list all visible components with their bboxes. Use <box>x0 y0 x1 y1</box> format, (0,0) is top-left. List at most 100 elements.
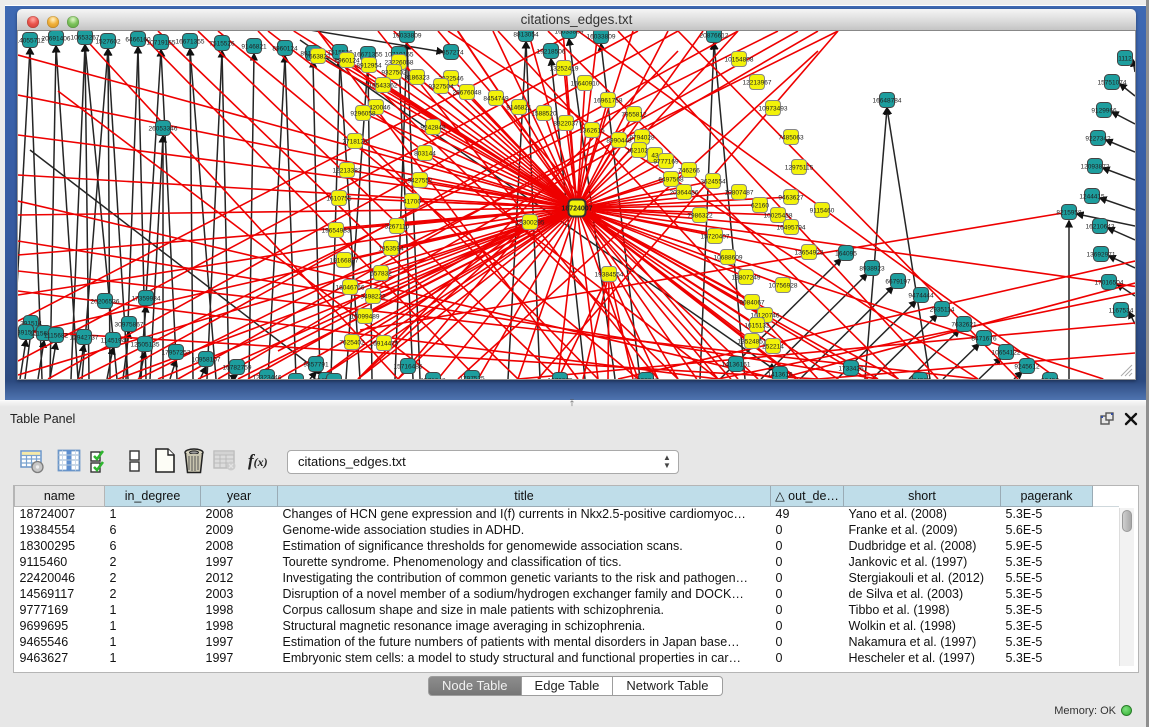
svg-text:924501: 924501 <box>909 377 931 379</box>
svg-text:30975867: 30975867 <box>115 321 144 328</box>
svg-text:1115682: 1115682 <box>44 332 69 339</box>
svg-text:7625402: 7625402 <box>339 339 365 346</box>
svg-text:6497568: 6497568 <box>658 176 684 183</box>
svg-text:20691406: 20691406 <box>42 35 71 42</box>
svg-text:1527602: 1527602 <box>95 38 121 45</box>
svg-text:16961758: 16961758 <box>594 97 623 104</box>
svg-text:16640910: 16640910 <box>571 80 600 87</box>
svg-text:9084067: 9084067 <box>739 299 765 306</box>
svg-text:15751074: 15751074 <box>1098 79 1127 86</box>
svg-text:1413616: 1413616 <box>767 371 793 378</box>
svg-text:8471676: 8471676 <box>971 335 997 342</box>
svg-text:9857791: 9857791 <box>303 361 329 368</box>
svg-text:17957253: 17957253 <box>162 349 191 356</box>
svg-text:9227342: 9227342 <box>1085 135 1111 142</box>
svg-text:9296058: 9296058 <box>350 110 376 117</box>
svg-text:18724007: 18724007 <box>561 206 592 213</box>
svg-text:16543362: 16543362 <box>369 82 398 89</box>
svg-text:1588520: 1588520 <box>531 110 557 117</box>
svg-text:10958107: 10958107 <box>192 356 221 363</box>
svg-text:16671355: 16671355 <box>176 38 205 45</box>
svg-text:9474444: 9474444 <box>908 292 934 299</box>
svg-text:1112: 1112 <box>1118 55 1132 62</box>
svg-text:14136161: 14136161 <box>722 361 751 368</box>
svg-text:1610755: 1610755 <box>326 195 352 202</box>
svg-text:1232344: 1232344 <box>283 378 309 379</box>
svg-text:19218506: 19218506 <box>537 48 566 55</box>
svg-text:19166827: 19166827 <box>330 257 359 264</box>
svg-text:9327502: 9327502 <box>381 69 407 76</box>
svg-text:8322037: 8322037 <box>553 120 579 127</box>
svg-text:12323446: 12323446 <box>253 374 282 379</box>
svg-text:6679197: 6679197 <box>885 278 911 285</box>
svg-text:9245612: 9245612 <box>1014 363 1040 370</box>
svg-text:164095: 164095 <box>835 250 857 257</box>
svg-text:12093872: 12093872 <box>1081 163 1110 170</box>
svg-text:8215958: 8215958 <box>1056 209 1082 216</box>
svg-text:557832: 557832 <box>370 270 392 277</box>
svg-text:9463627: 9463627 <box>778 194 804 201</box>
svg-text:8938923: 8938923 <box>859 265 885 272</box>
svg-text:7515526: 7515526 <box>209 40 235 47</box>
svg-text:9794028: 9794028 <box>629 134 655 141</box>
svg-text:20206536: 20206536 <box>91 298 120 305</box>
svg-text:19384554: 19384554 <box>595 271 624 278</box>
svg-text:1093847: 1093847 <box>633 377 659 379</box>
svg-text:9146821: 9146821 <box>506 104 532 111</box>
svg-text:8186323: 8186323 <box>404 74 430 81</box>
svg-text:10654122: 10654122 <box>992 349 1021 356</box>
svg-text:3498222: 3498222 <box>360 293 386 300</box>
svg-text:18300295: 18300295 <box>516 219 545 226</box>
svg-text:8990448: 8990448 <box>606 137 632 144</box>
svg-text:1167534: 1167534 <box>1109 307 1134 314</box>
svg-text:746266: 746266 <box>678 167 700 174</box>
svg-text:19654983: 19654983 <box>322 227 351 234</box>
svg-text:252214: 252214 <box>762 343 784 350</box>
svg-text:3267110: 3267110 <box>385 223 410 230</box>
svg-text:13692971: 13692971 <box>1087 251 1116 258</box>
svg-text:9427552: 9427552 <box>407 177 433 184</box>
svg-text:1145194: 1145194 <box>101 337 126 344</box>
svg-text:16099489: 16099489 <box>351 313 380 320</box>
svg-text:20364436: 20364436 <box>670 189 699 196</box>
svg-text:10719155: 10719155 <box>147 39 176 46</box>
svg-text:16914479: 16914479 <box>370 340 399 347</box>
svg-text:8813054: 8813054 <box>513 31 539 38</box>
svg-text:2718126: 2718126 <box>342 138 368 145</box>
svg-text:9242848: 9242848 <box>420 124 446 131</box>
svg-text:16033809: 16033809 <box>555 31 584 35</box>
svg-text:9115460: 9115460 <box>810 207 835 214</box>
svg-text:16033809: 16033809 <box>393 32 422 39</box>
svg-text:12975115: 12975115 <box>785 164 814 171</box>
svg-text:13252419: 13252419 <box>550 65 579 72</box>
svg-text:1615132: 1615132 <box>744 322 770 329</box>
svg-text:13654923: 13654923 <box>795 249 824 256</box>
svg-text:7632621: 7632621 <box>951 321 977 328</box>
svg-text:8454749: 8454749 <box>483 95 509 102</box>
svg-text:18807249: 18807249 <box>732 274 761 281</box>
svg-text:9129966: 9129966 <box>1091 107 1117 114</box>
svg-text:7663822: 7663822 <box>305 53 331 60</box>
svg-text:16046766: 16046766 <box>336 284 365 291</box>
svg-text:9146821: 9146821 <box>241 43 267 50</box>
svg-text:10973493: 10973493 <box>759 105 788 112</box>
svg-text:12942737: 12942737 <box>70 334 99 341</box>
svg-text:17016504: 17016504 <box>1095 279 1124 286</box>
svg-text:10154808: 10154808 <box>725 56 754 63</box>
svg-text:15720407: 15720407 <box>701 233 730 240</box>
svg-text:16782759: 16782759 <box>223 364 252 371</box>
svg-text:1733426: 1733426 <box>838 365 864 372</box>
svg-text:1244415: 1244415 <box>1079 193 1105 200</box>
svg-text:17359934: 17359934 <box>132 295 161 302</box>
svg-text:12505135: 12505135 <box>131 341 160 348</box>
svg-text:7986322: 7986322 <box>687 212 713 219</box>
svg-text:7357274: 7357274 <box>438 49 464 56</box>
svg-text:2935114: 2935114 <box>930 306 955 313</box>
svg-text:10688609: 10688609 <box>714 254 743 261</box>
svg-text:41700: 41700 <box>403 198 421 205</box>
svg-text:92456: 92456 <box>1041 377 1059 379</box>
svg-text:1353594: 1353594 <box>378 245 404 252</box>
svg-text:7955812: 7955812 <box>621 111 647 118</box>
svg-text:12213383: 12213383 <box>333 167 362 174</box>
svg-text:3624554: 3624554 <box>700 178 726 185</box>
